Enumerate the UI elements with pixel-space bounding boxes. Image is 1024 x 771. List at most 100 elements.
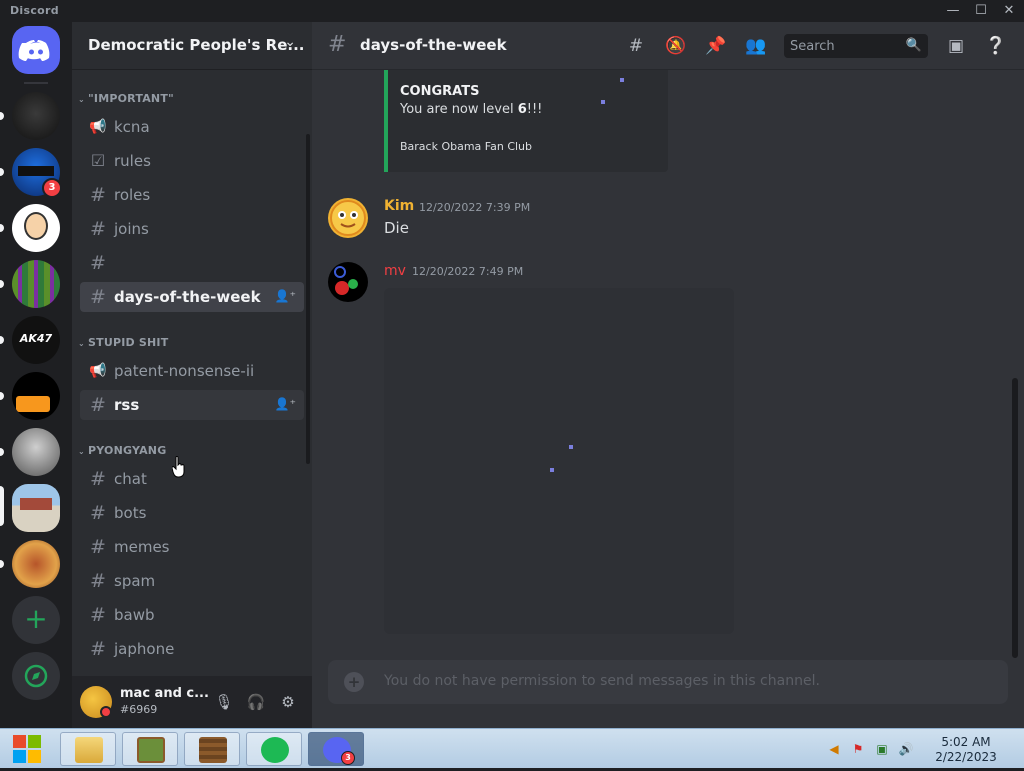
status-dnd-icon bbox=[100, 706, 112, 718]
hand-cursor-icon bbox=[172, 456, 185, 478]
unread-pill bbox=[0, 336, 4, 344]
clock-date[interactable]: 2/22/2023 bbox=[930, 750, 1002, 764]
taskbar-minecraft[interactable] bbox=[184, 732, 240, 766]
avatar[interactable] bbox=[328, 262, 368, 302]
chat-area: # days-of-the-week # 🔕 📌 👥 🔍 ▣ ❔ CONGRAT… bbox=[312, 22, 1024, 728]
category-pyongyang[interactable]: ⌄ PYONGYANG bbox=[78, 444, 166, 460]
plus-icon: + bbox=[344, 672, 364, 692]
member-list-icon[interactable]: 👥 bbox=[744, 34, 768, 58]
server-icon-cartoon[interactable] bbox=[12, 204, 60, 252]
channel-bots[interactable]: # bots bbox=[80, 498, 304, 528]
channel-patent-nonsense-ii[interactable]: 📢 patent-nonsense-ii bbox=[80, 356, 304, 386]
channel-japhone[interactable]: # japhone bbox=[80, 634, 304, 664]
server-icon-burger[interactable] bbox=[12, 540, 60, 588]
channel-kcna[interactable]: 📢 kcna bbox=[80, 112, 304, 142]
channel-unnamed[interactable]: # bbox=[80, 248, 304, 278]
embed-heading: CONGRATS bbox=[400, 84, 480, 99]
create-invite-icon[interactable]: 👤⁺ bbox=[275, 397, 296, 411]
channel-label: bots bbox=[114, 504, 147, 522]
unread-pill bbox=[0, 224, 4, 232]
category-important[interactable]: ⌄ "IMPORTANT" bbox=[78, 92, 174, 108]
server-rail: 3 AK47 + bbox=[0, 22, 72, 728]
flag-icon[interactable]: ⚑ bbox=[850, 741, 866, 757]
discord-logo-icon bbox=[18, 40, 50, 61]
username[interactable]: mac and c... bbox=[120, 686, 209, 701]
channel-joins[interactable]: # joins bbox=[80, 214, 304, 244]
channel-label: bawb bbox=[114, 606, 155, 624]
server-icon-pyongyang[interactable] bbox=[12, 484, 60, 532]
tray-arrow-icon[interactable]: ◀ bbox=[826, 741, 842, 757]
explore-servers-button[interactable] bbox=[12, 652, 60, 700]
channel-spam[interactable]: # spam bbox=[80, 566, 304, 596]
chevron-down-icon: ⌄ bbox=[284, 34, 296, 50]
hash-icon: # bbox=[90, 286, 106, 308]
loading-dot bbox=[550, 468, 554, 472]
threads-icon[interactable]: # bbox=[624, 34, 648, 58]
start-button[interactable] bbox=[4, 731, 50, 767]
unread-pill bbox=[0, 112, 4, 120]
windows-taskbar: 3 ◀ ⚑ ▣ 🔊 5:02 AM 2/22/2023 bbox=[0, 728, 1024, 768]
channel-label: rss bbox=[114, 396, 140, 414]
server-icon-photo[interactable] bbox=[12, 428, 60, 476]
pin-icon[interactable]: 📌 bbox=[704, 34, 728, 58]
channel-roles[interactable]: # roles bbox=[80, 180, 304, 210]
composer-disabled-text: You do not have permission to send messa… bbox=[384, 673, 820, 689]
message-timestamp: 12/20/2022 7:39 PM bbox=[419, 201, 531, 214]
server-icon-stripes[interactable] bbox=[12, 260, 60, 308]
server-icon-hub[interactable] bbox=[12, 372, 60, 420]
channel-rss[interactable]: # rss 👤⁺ bbox=[80, 390, 304, 420]
search-box[interactable]: 🔍 bbox=[784, 34, 928, 58]
windows-logo-icon bbox=[13, 735, 41, 763]
clock-time[interactable]: 5:02 AM bbox=[930, 735, 1002, 749]
taskbar-spotify[interactable] bbox=[246, 732, 302, 766]
taskbar-app-infinity[interactable] bbox=[122, 732, 178, 766]
channel-days-of-the-week[interactable]: # days-of-the-week 👤⁺ bbox=[80, 282, 304, 312]
create-invite-icon[interactable]: 👤⁺ bbox=[275, 289, 296, 303]
avatar[interactable] bbox=[328, 198, 368, 238]
spotify-icon bbox=[261, 737, 289, 763]
headphones-icon[interactable]: 🎧 bbox=[244, 690, 268, 714]
server-icon-dark[interactable] bbox=[12, 92, 60, 140]
category-stupid-shit[interactable]: ⌄ STUPID SHIT bbox=[78, 336, 168, 352]
search-input[interactable] bbox=[784, 34, 904, 58]
channel-label: roles bbox=[114, 186, 151, 204]
maximize-icon[interactable]: ☐ bbox=[968, 2, 994, 20]
hash-icon: # bbox=[90, 570, 106, 592]
selected-server-pill bbox=[0, 486, 4, 526]
crafting-table-icon bbox=[199, 737, 227, 763]
unread-pill bbox=[0, 280, 4, 288]
smiley-face-icon bbox=[330, 200, 366, 236]
mention-badge: 3 bbox=[42, 178, 62, 198]
gear-icon[interactable]: ⚙ bbox=[276, 690, 300, 714]
help-icon[interactable]: ❔ bbox=[984, 34, 1008, 58]
unread-pill bbox=[0, 168, 4, 176]
add-server-button[interactable]: + bbox=[12, 596, 60, 644]
microphone-icon[interactable]: 🎙 bbox=[212, 690, 236, 714]
server-icon-ak47[interactable]: AK47 bbox=[12, 316, 60, 364]
taskbar-discord[interactable]: 3 bbox=[308, 732, 364, 766]
notification-mute-icon[interactable]: 🔕 bbox=[664, 34, 688, 58]
minimize-icon[interactable]: — bbox=[940, 2, 966, 20]
taskbar-file-explorer[interactable] bbox=[60, 732, 116, 766]
channel-bawb[interactable]: # bawb bbox=[80, 600, 304, 630]
ak47-logo-icon: AK47 bbox=[19, 332, 53, 345]
volume-icon[interactable]: 🔊 bbox=[898, 741, 914, 757]
channel-rules[interactable]: ☑ rules bbox=[80, 146, 304, 176]
loading-dot bbox=[569, 445, 573, 449]
guild-header[interactable]: Democratic People's Re... ⌄ bbox=[72, 22, 312, 70]
network-icon[interactable]: ▣ bbox=[874, 741, 890, 757]
channel-sidebar: Democratic People's Re... ⌄ ⌄ "IMPORTANT"… bbox=[72, 22, 312, 728]
chat-scrollbar[interactable] bbox=[1012, 378, 1018, 658]
close-icon[interactable]: ✕ bbox=[996, 2, 1022, 20]
home-button[interactable] bbox=[12, 26, 60, 74]
channel-chat[interactable]: # chat bbox=[80, 464, 304, 494]
inbox-icon[interactable]: ▣ bbox=[944, 34, 968, 58]
sidebar-scrollbar[interactable] bbox=[306, 134, 310, 464]
channel-memes[interactable]: # memes bbox=[80, 532, 304, 562]
caret-down-icon: ⌄ bbox=[78, 447, 85, 456]
hash-icon: # bbox=[90, 394, 106, 416]
message-author[interactable]: Kim bbox=[384, 198, 414, 214]
user-tag: #6969 bbox=[120, 703, 158, 716]
embed-body-suffix: !!! bbox=[526, 102, 543, 117]
message-author[interactable]: mv bbox=[384, 263, 406, 279]
